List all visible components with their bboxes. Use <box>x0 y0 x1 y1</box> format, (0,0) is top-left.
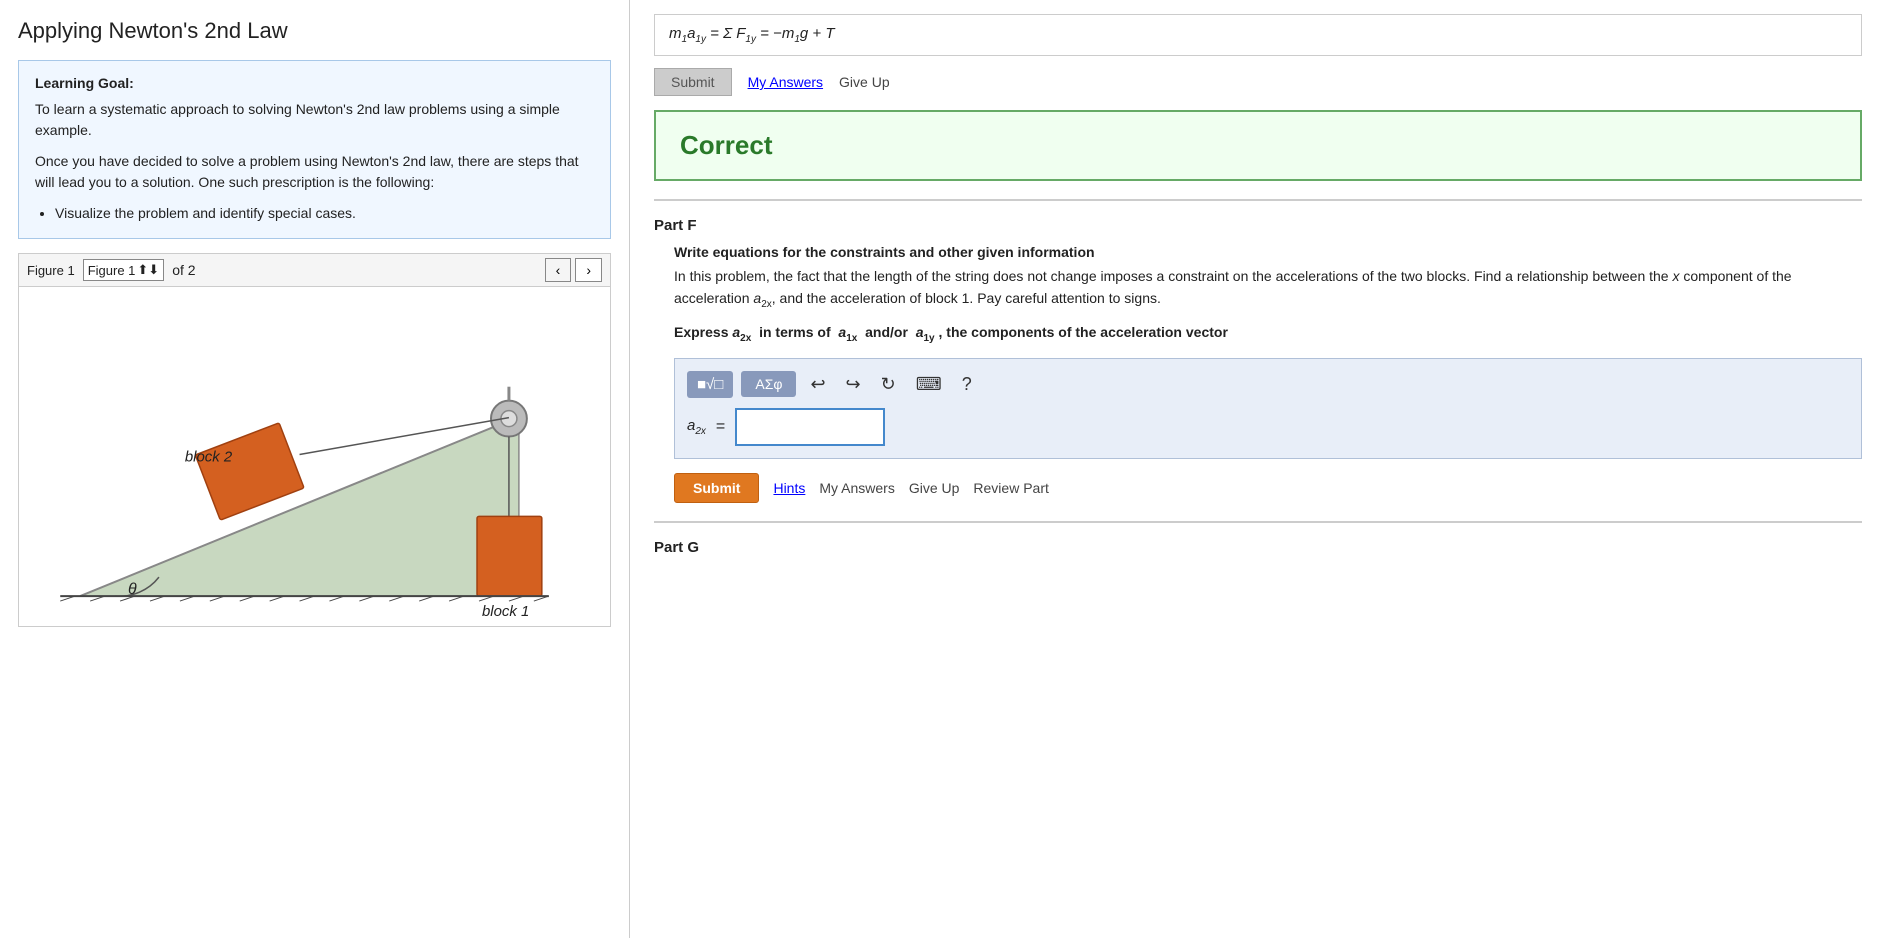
figure-select-chevron: ⬆⬇ <box>137 262 159 278</box>
equation-box: m1a1y = Σ F1y = −m1g + T <box>654 14 1862 56</box>
block2-text: block 2 <box>185 448 233 465</box>
templates-button[interactable]: ■√□ <box>687 371 733 398</box>
part-f-give-up-link[interactable]: Give Up <box>909 480 960 496</box>
prev-submit-row: Submit My Answers Give Up <box>654 68 1862 96</box>
math-input-row: a2x = <box>687 408 1849 446</box>
refresh-button[interactable]: ↻ <box>875 371 902 398</box>
figure-next-button[interactable]: › <box>575 258 602 282</box>
divider-2 <box>654 521 1862 523</box>
part-f-review-link[interactable]: Review Part <box>973 480 1048 496</box>
part-f-my-answers-link[interactable]: My Answers <box>819 480 894 496</box>
keyboard-button[interactable]: ⌨ <box>910 371 948 398</box>
left-panel: Applying Newton's 2nd Law Learning Goal:… <box>0 0 630 938</box>
part-f-submit-row: Submit Hints My Answers Give Up Review P… <box>674 473 1862 503</box>
learning-goal-p2: Once you have decided to solve a problem… <box>35 151 594 193</box>
page-title: Applying Newton's 2nd Law <box>18 18 611 44</box>
express-line: Express a2x in terms of a1x and/or a1y ,… <box>674 322 1862 346</box>
figure-label: Figure 1 <box>27 263 75 278</box>
help-button[interactable]: ? <box>956 371 978 398</box>
symbols-button[interactable]: AΣφ <box>741 371 796 397</box>
correct-text: Correct <box>680 130 772 160</box>
equation-text: m1a1y = Σ F1y = −m1g + T <box>669 25 834 42</box>
figure-select[interactable]: Figure 1 ⬆⬇ <box>83 259 165 281</box>
part-g-header: Part G <box>654 539 1862 556</box>
figure-controls: Figure 1 Figure 1 ⬆⬇ of 2 ‹ › <box>18 253 611 287</box>
correct-banner: Correct <box>654 110 1862 181</box>
figure-select-value: Figure 1 <box>88 263 136 278</box>
figure-of-label: of 2 <box>172 262 195 278</box>
right-panel: m1a1y = Σ F1y = −m1g + T Submit My Answe… <box>630 0 1886 938</box>
part-f-header: Part F <box>654 217 1862 234</box>
prev-my-answers-link[interactable]: My Answers <box>748 74 823 90</box>
learning-goal-p1: To learn a systematic approach to solvin… <box>35 99 594 141</box>
block1-text: block 1 <box>482 603 529 620</box>
part-f-submit-button[interactable]: Submit <box>674 473 759 503</box>
figure-area: block 2 block 1 θ <box>18 287 611 627</box>
learning-goal-box: Learning Goal: To learn a systematic app… <box>18 60 611 239</box>
figure-svg: block 2 block 1 θ <box>19 287 610 626</box>
learning-goal-title: Learning Goal: <box>35 75 594 91</box>
equals-sign: = <box>716 418 725 436</box>
math-input-container: ■√□ AΣφ ↩ ↪ ↻ ⌨ ? a2x = <box>674 358 1862 459</box>
part-f-description: In this problem, the fact that the lengt… <box>674 266 1862 312</box>
redo-button[interactable]: ↪ <box>840 371 867 398</box>
math-label: a2x <box>687 417 706 437</box>
part-f-subheader: Write equations for the constraints and … <box>674 244 1862 260</box>
math-toolbar: ■√□ AΣφ ↩ ↪ ↻ ⌨ ? <box>687 371 1849 398</box>
divider-1 <box>654 199 1862 201</box>
part-f-hints-link[interactable]: Hints <box>773 480 805 496</box>
prev-give-up-link[interactable]: Give Up <box>839 74 890 90</box>
undo-button[interactable]: ↩ <box>804 371 831 398</box>
math-input-field[interactable] <box>735 408 885 446</box>
figure-nav: ‹ › <box>545 258 602 282</box>
figure-prev-button[interactable]: ‹ <box>545 258 572 282</box>
prev-submit-button[interactable]: Submit <box>654 68 732 96</box>
learning-goal-bullet: Visualize the problem and identify speci… <box>55 203 594 224</box>
